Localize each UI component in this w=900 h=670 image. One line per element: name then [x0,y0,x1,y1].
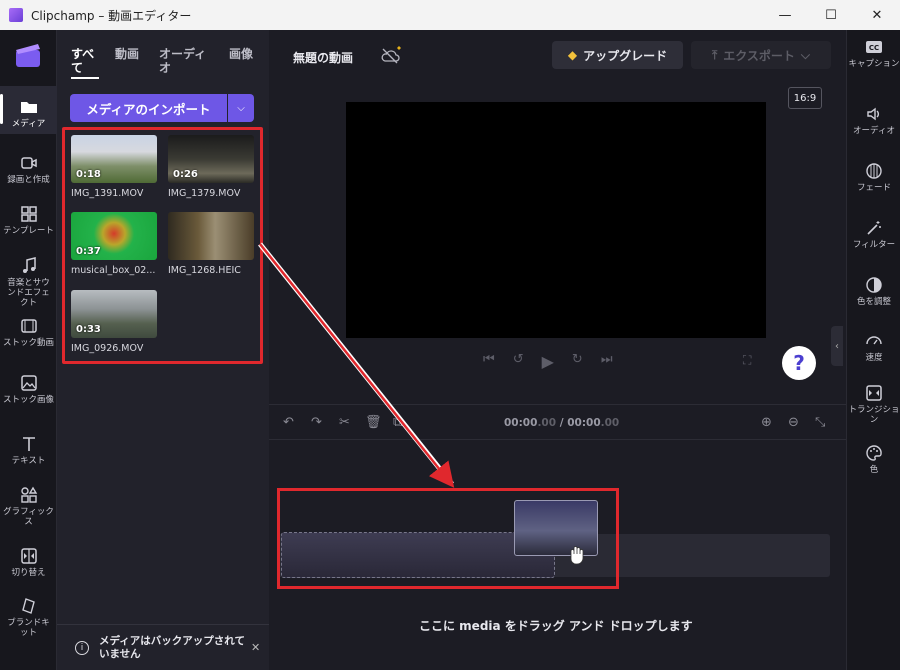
chevron-down-icon: ⌵ [237,102,245,114]
maximize-button[interactable]: ☐ [808,0,854,30]
editor-main: 無題の動画 ◆ アップグレード ⤒ エクスポート ⌵ 16:9 ⏮ ↺ ▶ ↻ … [269,30,846,670]
left-nav: メディア 録画と作成 テンプレート 音楽とサウンドエフェクト ストック動画 スト… [0,30,57,670]
video-camera-icon [20,157,37,169]
shapes-icon [20,486,37,503]
redo-icon[interactable]: ↷ [311,415,322,430]
magic-wand-icon [867,221,881,235]
media-item-name: IMG_0926.MOV [71,343,144,354]
info-icon: i [75,640,89,655]
nav-text[interactable]: テキスト [0,435,57,466]
captions-icon: CC [866,41,882,53]
media-item[interactable] [168,212,254,260]
speedometer-icon [866,336,882,345]
import-options-dropdown[interactable]: ⌵ [228,94,254,122]
delete-icon[interactable]: 🗑 [365,415,382,430]
prop-audio[interactable]: オーディオ [847,105,900,136]
prop-fade[interactable]: フェード [847,162,900,193]
prop-transitions[interactable]: トランジション [847,384,900,425]
drop-hint-text: ここに media をドラッグ アンド ドロップします [419,619,693,633]
diamond-icon: ◆ [567,48,578,62]
nav-transitions[interactable]: 切り替え [0,547,57,578]
fit-timeline-icon[interactable]: ⤡ [815,415,825,430]
grab-hand-icon [570,546,584,565]
prop-speed[interactable]: 速度 [847,332,900,363]
playback-controls: ⏮ ↺ ▶ ↻ ⏭ [483,352,613,371]
fullscreen-icon[interactable]: ⛶ [743,353,751,368]
prop-captions[interactable]: CC キャプション [847,38,900,69]
minimize-button[interactable]: — [762,0,808,30]
chevron-left-icon: ‹ [835,340,839,352]
cloud-sync-off-icon[interactable] [379,46,403,66]
nav-brand-kit[interactable]: ブランドキット [0,597,57,638]
film-icon [20,319,37,333]
import-media-button[interactable]: メディアのインポート [70,94,227,122]
clipchamp-app-icon [9,8,23,22]
tab-images[interactable]: 画像 [229,47,257,79]
help-button[interactable]: ? [782,346,816,380]
media-panel: すべて 動画 オーディオ 画像 メディアのインポート ⌵ 0:18 IMG_13… [57,30,269,670]
chevron-down-icon: ⌵ [800,47,811,62]
nav-music-sfx[interactable]: 音楽とサウンドエフェクト [0,257,57,308]
transition-icon [20,548,37,564]
prop-adjust-color[interactable]: 色を調整 [847,276,900,307]
skip-back-icon[interactable]: ⏮ [483,352,495,371]
media-item[interactable]: 0:18 [71,135,157,183]
media-item[interactable]: 0:26 [168,135,254,183]
title-bar: Clipchamp – 動画エディター — ☐ ✕ [0,0,900,30]
collapse-properties-panel-button[interactable]: ‹ [831,326,843,366]
close-button[interactable]: ✕ [854,0,900,30]
prop-color[interactable]: 色 [847,444,900,475]
templates-icon [20,206,37,222]
image-icon [20,375,37,391]
timecode: 00:00.00 / 00:00.00 [504,417,620,429]
media-item-name: musical_box_02... [71,265,156,276]
window-title: Clipchamp – 動画エディター [31,8,192,23]
zoom-in-icon[interactable]: ⊕ [761,415,772,430]
nav-templates[interactable]: テンプレート [0,205,57,236]
backup-notice: i メディアはバックアップされていません ✕ [57,624,269,670]
split-scissors-icon[interactable]: ✂ [339,415,350,430]
upgrade-button[interactable]: ◆ アップグレード [552,41,683,69]
music-note-icon [22,257,36,273]
project-title[interactable]: 無題の動画 [293,49,353,66]
duplicate-icon[interactable]: ⧉ [393,415,402,430]
skip-forward-icon[interactable]: ⏭ [601,352,613,371]
media-item[interactable]: 0:33 [71,290,157,338]
palette-icon [866,445,882,461]
zoom-out-icon[interactable]: ⊖ [788,415,799,430]
nav-record-create[interactable]: 録画と作成 [0,154,57,185]
contrast-icon [866,277,882,293]
transition-icon [866,385,882,401]
prop-filters[interactable]: フィルター [847,219,900,250]
nav-graphics[interactable]: グラフィックス [0,486,57,527]
play-icon[interactable]: ▶ [542,352,554,371]
forward-5-icon[interactable]: ↻ [572,352,583,371]
media-item[interactable]: 0:37 [71,212,157,260]
media-item-name: IMG_1268.HEIC [168,265,241,276]
aspect-ratio-button[interactable]: 16:9 [788,87,822,109]
nav-stock-images[interactable]: ストック画像 [0,374,57,405]
tab-all[interactable]: すべて [71,47,99,79]
undo-icon[interactable]: ↶ [283,415,294,430]
tab-audio[interactable]: オーディオ [159,47,213,79]
text-icon [22,437,35,451]
clipchamp-logo-icon [16,44,40,67]
media-item-name: IMG_1379.MOV [168,188,241,199]
export-button[interactable]: ⤒ エクスポート ⌵ [691,41,831,69]
brand-kit-icon [21,598,35,614]
video-preview [346,102,766,338]
tab-video[interactable]: 動画 [115,47,143,79]
svg-text:CC: CC [869,44,879,52]
fade-icon [866,163,882,179]
folder-icon [20,102,37,113]
properties-panel: CC キャプション オーディオ フェード フィルター 色を調整 速度 トランジシ… [846,30,900,670]
speaker-icon [867,107,879,121]
upload-icon: ⤒ [711,47,718,62]
rewind-5-icon[interactable]: ↺ [513,352,524,371]
nav-stock-video[interactable]: ストック動画 [0,317,57,348]
media-item-name: IMG_1391.MOV [71,188,144,199]
timeline-toolbar: ↶ ↷ ✂ 🗑 ⧉ 00:00.00 / 00:00.00 ⊕ ⊖ ⤡ [269,404,846,440]
dismiss-icon[interactable]: ✕ [251,641,260,654]
nav-media[interactable]: メディア [0,86,57,134]
